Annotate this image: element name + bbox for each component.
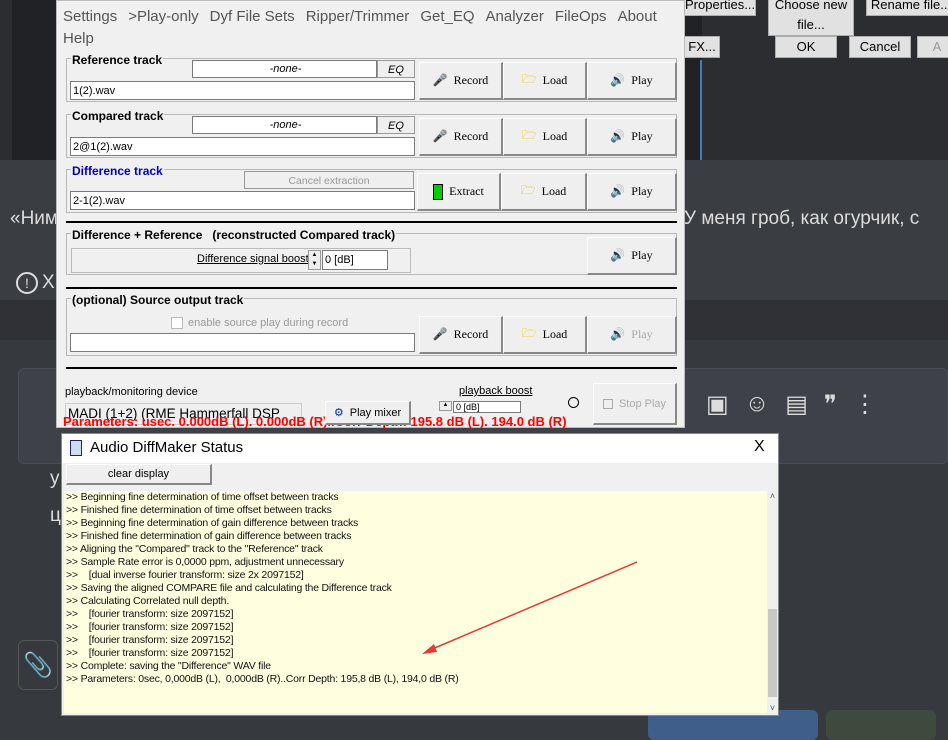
stop-play-button[interactable]: Stop Play [593,383,677,425]
stop-icon [602,398,613,409]
play-mixer-button[interactable]: ⚙ Play mixer [325,401,411,425]
annotation-arrow [422,561,638,654]
mixer-icon: ⚙ [333,407,344,419]
